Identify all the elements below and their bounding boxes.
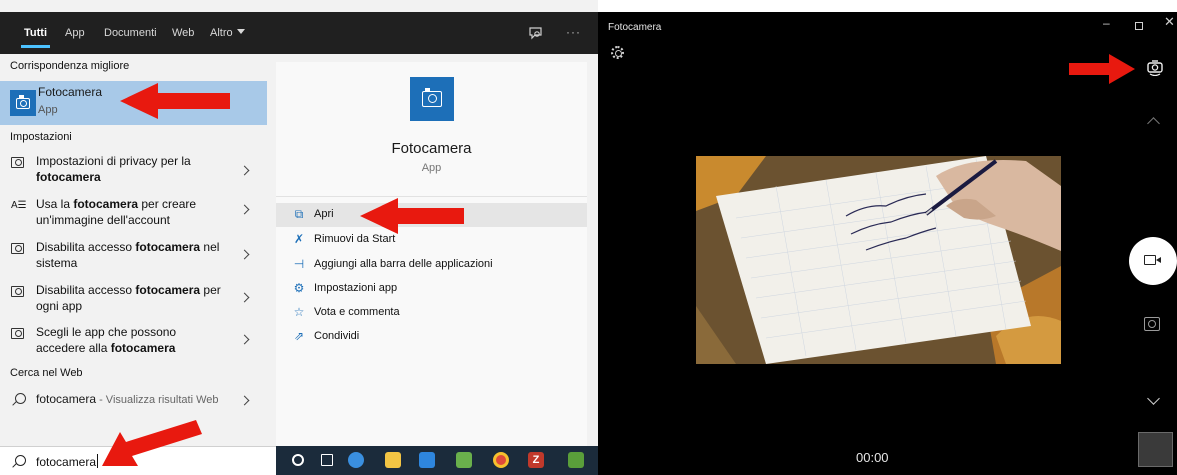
- camera-icon: [11, 243, 24, 254]
- store-icon[interactable]: [419, 452, 435, 468]
- action-label: Aggiungi alla barra delle applicazioni: [314, 258, 493, 270]
- tab-more[interactable]: Altro: [210, 12, 245, 54]
- text-caret: [97, 454, 99, 468]
- search-input[interactable]: fotocamera: [36, 454, 99, 469]
- action-label: Apri: [314, 208, 334, 220]
- video-camera-icon: [1144, 255, 1161, 265]
- settings-item-label: Disabilita accesso fotocamera per ogni a…: [36, 283, 221, 313]
- camera-app-icon: [10, 90, 36, 116]
- chevron-right-icon[interactable]: [239, 204, 250, 215]
- search-icon: [15, 455, 26, 466]
- android-app-icon[interactable]: [568, 452, 584, 468]
- tab-more-label: Altro: [210, 27, 233, 39]
- tab-all[interactable]: Tutti: [20, 12, 51, 54]
- more-options-button[interactable]: ···: [566, 12, 581, 54]
- share-icon: ⇗: [293, 329, 305, 343]
- settings-item-label: Disabilita accesso fotocamera nel sistem…: [36, 240, 220, 270]
- action-label: Impostazioni app: [314, 282, 398, 294]
- camera-icon: [11, 286, 24, 297]
- settings-item-account-picture[interactable]: A☰ Usa la fotocamera per creare un'immag…: [0, 196, 267, 236]
- gallery-thumbnail[interactable]: [1138, 432, 1173, 467]
- web-header: Cerca nel Web: [10, 367, 83, 379]
- search-tabs: Tutti App Documenti Web Altro ···: [0, 12, 598, 54]
- photos-icon[interactable]: [456, 452, 472, 468]
- pin-taskbar-icon: ⊣: [293, 257, 305, 271]
- tab-apps[interactable]: App: [65, 12, 85, 54]
- window-title: Fotocamera: [608, 22, 662, 33]
- action-pin-taskbar[interactable]: ⊣ Aggiungi alla barra delle applicazioni: [276, 253, 587, 277]
- tab-documents[interactable]: Documenti: [104, 12, 157, 54]
- feedback-icon[interactable]: [528, 25, 544, 41]
- unpin-icon: ✗: [293, 232, 305, 246]
- preview-header: Fotocamera App: [276, 62, 587, 188]
- gear-icon: ⚙: [293, 281, 305, 295]
- action-rate[interactable]: ☆ Vota e commenta: [276, 301, 587, 325]
- camera-icon: [11, 328, 24, 339]
- arrow-annotation-best-match: [120, 83, 230, 119]
- taskbar: Z: [276, 446, 598, 475]
- account-picture-icon: A☰: [11, 200, 27, 211]
- settings-item-privacy[interactable]: Impostazioni di privacy per la fotocamer…: [0, 153, 267, 193]
- open-icon: ⧉: [294, 207, 304, 221]
- chevron-up-icon[interactable]: [1147, 117, 1160, 130]
- minimize-button[interactable]: –: [1103, 16, 1110, 30]
- preview-title: Fotocamera: [391, 140, 472, 157]
- chevron-down-icon[interactable]: [1147, 392, 1160, 405]
- arrow-annotation-search-box: [102, 420, 202, 466]
- web-search-label: fotocamera - Visualizza risultati Web: [36, 392, 219, 406]
- edge-browser-icon[interactable]: [348, 452, 364, 468]
- cortana-icon[interactable]: [292, 454, 304, 466]
- chevron-down-icon: [236, 29, 245, 34]
- chevron-right-icon[interactable]: [239, 292, 250, 303]
- chrome-icon[interactable]: [493, 452, 509, 468]
- file-explorer-icon[interactable]: [385, 452, 401, 468]
- filezilla-icon[interactable]: Z: [528, 452, 544, 468]
- settings-item-disable-system[interactable]: Disabilita accesso fotocamera nel sistem…: [0, 239, 267, 279]
- tab-web[interactable]: Web: [172, 12, 194, 54]
- chevron-right-icon[interactable]: [239, 334, 250, 345]
- settings-header: Impostazioni: [10, 131, 72, 143]
- settings-item-disable-per-app[interactable]: Disabilita accesso fotocamera per ogni a…: [0, 282, 267, 322]
- best-match-title: Fotocamera: [38, 85, 103, 99]
- camera-app-icon: [410, 77, 454, 121]
- search-icon: [15, 393, 26, 404]
- switch-camera-icon[interactable]: [1146, 60, 1164, 76]
- preview-subtitle: App: [421, 162, 442, 174]
- camera-viewfinder: [696, 156, 1061, 364]
- arrow-annotation-switch-camera: [1069, 54, 1135, 84]
- chevron-right-icon[interactable]: [239, 249, 250, 260]
- action-app-settings[interactable]: ⚙ Impostazioni app: [276, 277, 587, 301]
- best-match-header: Corrispondenza migliore: [10, 60, 130, 72]
- app-preview-pane: Fotocamera App ⧉ Apri ✗ Rimuovi da Start…: [276, 62, 587, 446]
- camera-icon: [11, 157, 24, 168]
- settings-item-label: Impostazioni di privacy per la fotocamer…: [36, 154, 191, 184]
- action-share[interactable]: ⇗ Condividi: [276, 325, 587, 349]
- settings-item-choose-apps[interactable]: Scegli le app che possono accedere alla …: [0, 324, 267, 364]
- web-search-item[interactable]: fotocamera - Visualizza risultati Web: [0, 391, 267, 421]
- chevron-right-icon[interactable]: [239, 395, 250, 406]
- photo-mode-icon[interactable]: [1144, 317, 1160, 331]
- video-record-button[interactable]: [1129, 237, 1177, 285]
- action-label: Condividi: [314, 330, 360, 342]
- rate-icon: ☆: [293, 305, 305, 319]
- search-panel: Tutti App Documenti Web Altro ··· Corris…: [0, 0, 598, 475]
- chevron-right-icon[interactable]: [239, 165, 250, 176]
- gear-icon[interactable]: [611, 46, 624, 59]
- arrow-annotation-open: [360, 198, 464, 234]
- recording-timer: 00:00: [856, 450, 889, 465]
- best-match-subtitle: App: [38, 104, 58, 116]
- maximize-button[interactable]: [1135, 22, 1143, 30]
- close-button[interactable]: ✕: [1164, 14, 1175, 30]
- task-view-icon[interactable]: [321, 454, 333, 466]
- action-label: Vota e commenta: [314, 306, 400, 318]
- settings-item-label: Scegli le app che possono accedere alla …: [36, 325, 177, 355]
- settings-item-label: Usa la fotocamera per creare un'immagine…: [36, 197, 197, 227]
